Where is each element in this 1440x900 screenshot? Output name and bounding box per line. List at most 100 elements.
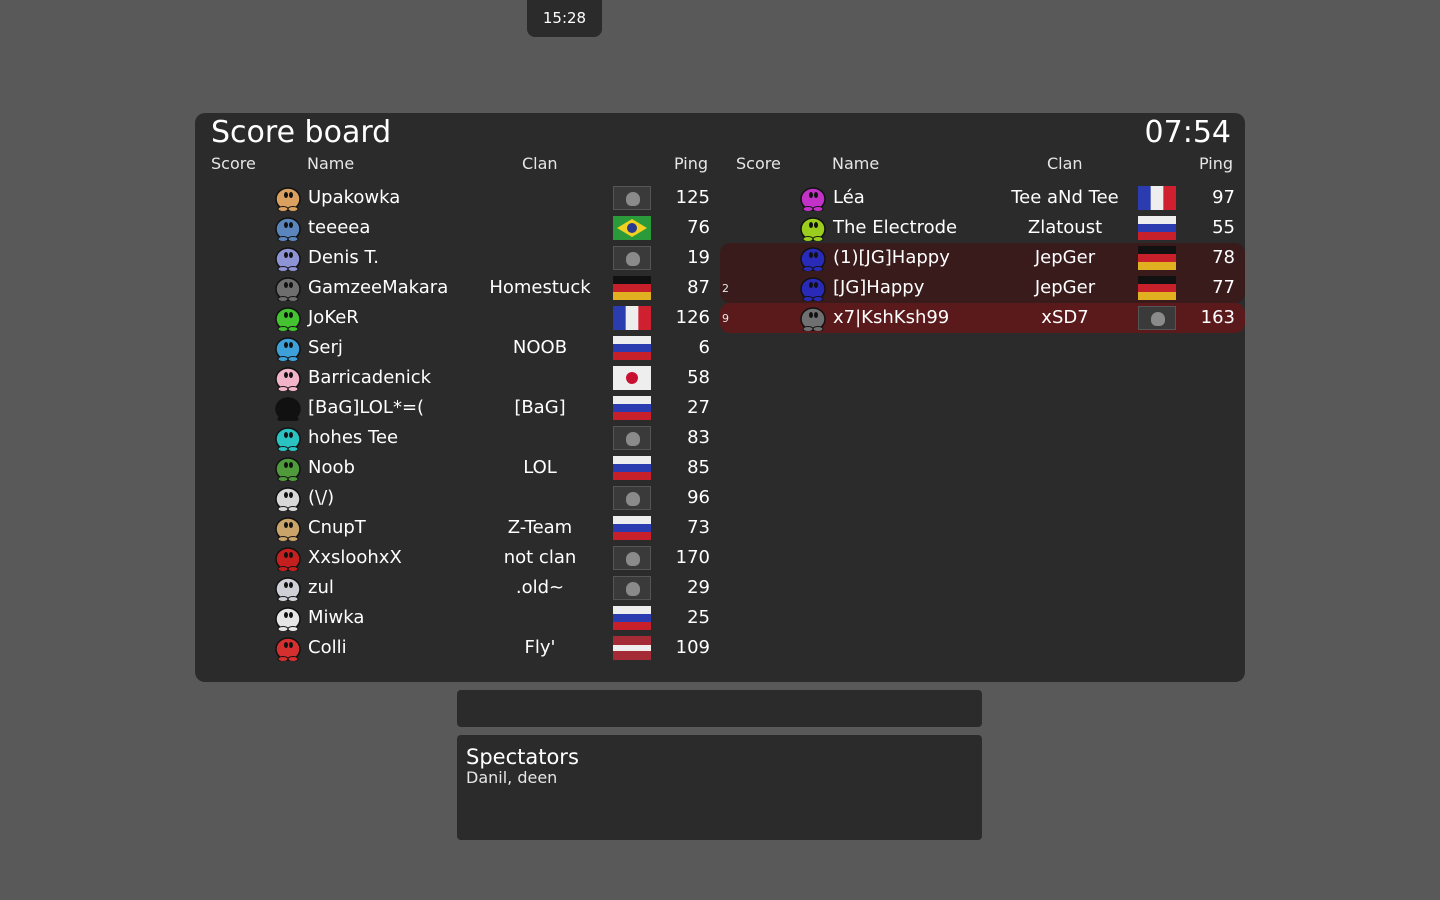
- player-ping: 125: [675, 187, 710, 208]
- country-flag-icon: [613, 246, 651, 270]
- header-score-left: Score: [211, 154, 256, 173]
- player-name: XxsloohxX: [308, 547, 402, 568]
- player-ping: 97: [1212, 187, 1235, 208]
- player-name: (\/): [308, 487, 335, 508]
- country-flag-icon: [613, 426, 651, 450]
- player-tee-avatar: [275, 425, 301, 452]
- header-name-right: Name: [832, 154, 880, 173]
- player-ping: 29: [687, 577, 710, 598]
- player-row[interactable]: XxsloohxX not clan 170: [195, 543, 720, 573]
- player-tee-avatar: [275, 335, 301, 362]
- player-row[interactable]: 2 [JG]Happy JepGer 77: [720, 273, 1245, 303]
- round-timer: 15:28: [527, 0, 602, 37]
- player-name: hohes Tee: [308, 427, 399, 448]
- player-tee-avatar: [275, 635, 301, 662]
- header-clan-left: Clan: [522, 154, 558, 173]
- player-name: Serj: [308, 337, 343, 358]
- player-ping: 58: [687, 367, 710, 388]
- player-ping: 55: [1212, 217, 1235, 238]
- player-row[interactable]: Barricadenick 58: [195, 363, 720, 393]
- player-row[interactable]: CnupT Z-Team 73: [195, 513, 720, 543]
- player-row[interactable]: Léa Tee aNd Tee 97: [720, 183, 1245, 213]
- header-ping-left: Ping: [674, 154, 709, 173]
- player-row[interactable]: hohes Tee 83: [195, 423, 720, 453]
- player-ping: 25: [687, 607, 710, 628]
- player-name: Upakowka: [308, 187, 401, 208]
- match-clock: 07:54: [1144, 115, 1231, 150]
- player-row[interactable]: Noob LOL 85: [195, 453, 720, 483]
- chat-input-box[interactable]: [457, 690, 982, 727]
- player-ping: 27: [687, 397, 710, 418]
- country-flag-icon: [613, 186, 651, 210]
- country-flag-icon: [613, 276, 651, 300]
- country-flag-icon: [613, 306, 651, 330]
- scoreboard-panel: Score board 07:54 Score Name Clan Ping S…: [195, 113, 1245, 682]
- spectators-title: Spectators: [466, 745, 579, 769]
- country-flag-icon: [613, 366, 651, 390]
- country-flag-icon: [613, 546, 651, 570]
- header-score-right: Score: [736, 154, 781, 173]
- player-rank: 9: [722, 312, 729, 325]
- player-tee-avatar: [800, 275, 826, 302]
- country-flag-icon: [1138, 216, 1176, 240]
- spectators-list: Danil, deen: [466, 768, 558, 787]
- player-name: Barricadenick: [308, 367, 432, 388]
- player-row[interactable]: The Electrode Zlatoust 55: [720, 213, 1245, 243]
- player-tee-avatar: [275, 365, 301, 392]
- right-team-list: Léa Tee aNd Tee 97 The Electrode Zlatous…: [720, 183, 1245, 333]
- player-tee-avatar: [275, 575, 301, 602]
- player-tee-avatar: [800, 185, 826, 212]
- spectators-panel: Spectators Danil, deen: [457, 735, 982, 840]
- player-tee-avatar: [275, 185, 301, 212]
- player-row[interactable]: GamzeeMakara Homestuck 87: [195, 273, 720, 303]
- player-tee-avatar: [275, 605, 301, 632]
- player-tee-avatar: [275, 305, 301, 332]
- country-flag-icon: [613, 516, 651, 540]
- player-row[interactable]: Miwka 25: [195, 603, 720, 633]
- player-row[interactable]: 9 x7|KshKsh99 xSD7 163: [720, 303, 1245, 333]
- player-row[interactable]: zul .old~ 29: [195, 573, 720, 603]
- player-row[interactable]: Denis T. 19: [195, 243, 720, 273]
- player-tee-avatar: [275, 515, 301, 542]
- player-ping: 170: [675, 547, 710, 568]
- player-tee-avatar: [275, 395, 301, 422]
- player-row[interactable]: (1)[JG]Happy JepGer 78: [720, 243, 1245, 273]
- player-name: Noob: [308, 457, 355, 478]
- player-row[interactable]: [BaG]LOL*=( [BaG] 27: [195, 393, 720, 423]
- header-ping-right: Ping: [1199, 154, 1234, 173]
- country-flag-icon: [1138, 246, 1176, 270]
- player-tee-avatar: [275, 275, 301, 302]
- player-row[interactable]: Upakowka 125: [195, 183, 720, 213]
- player-row[interactable]: teeeea 76: [195, 213, 720, 243]
- player-name: GamzeeMakara: [308, 277, 449, 298]
- player-rank: 2: [722, 282, 729, 295]
- player-name: (1)[JG]Happy: [833, 247, 950, 268]
- header-clan-right: Clan: [1047, 154, 1083, 173]
- player-tee-avatar: [800, 245, 826, 272]
- country-flag-icon: [613, 606, 651, 630]
- player-row[interactable]: JoKeR 126: [195, 303, 720, 333]
- player-ping: 87: [687, 277, 710, 298]
- player-ping: 163: [1200, 307, 1235, 328]
- player-row[interactable]: (\/) 96: [195, 483, 720, 513]
- country-flag-icon: [1138, 306, 1176, 330]
- player-tee-avatar: [800, 305, 826, 332]
- header-name-left: Name: [307, 154, 355, 173]
- player-tee-avatar: [275, 215, 301, 242]
- country-flag-icon: [1138, 186, 1176, 210]
- player-row[interactable]: Serj NOOB 6: [195, 333, 720, 363]
- player-name: Denis T.: [308, 247, 380, 268]
- country-flag-icon: [613, 396, 651, 420]
- player-tee-avatar: [275, 455, 301, 482]
- player-ping: 109: [675, 637, 710, 658]
- player-name: [JG]Happy: [833, 277, 925, 298]
- country-flag-icon: [613, 486, 651, 510]
- scoreboard-title: Score board: [211, 115, 392, 150]
- player-ping: 73: [687, 517, 710, 538]
- player-name: x7|KshKsh99: [833, 307, 950, 328]
- country-flag-icon: [613, 456, 651, 480]
- player-name: JoKeR: [308, 307, 359, 328]
- player-name: zul: [308, 577, 334, 598]
- player-name: teeeea: [308, 217, 371, 238]
- player-row[interactable]: Colli Fly' 109: [195, 633, 720, 663]
